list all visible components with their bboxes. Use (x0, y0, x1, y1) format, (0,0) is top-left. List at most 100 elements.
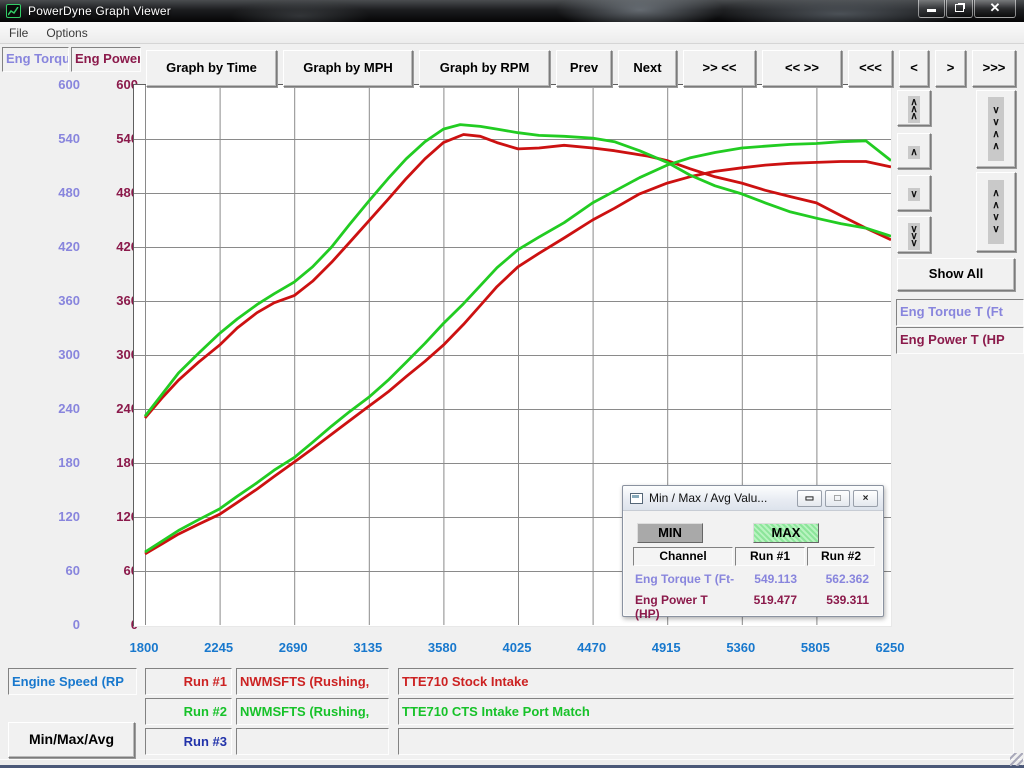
xtick-4915: 4915 (636, 640, 696, 655)
toolbar-button-5[interactable]: Next (618, 50, 677, 87)
minimize-button[interactable] (918, 0, 945, 18)
max-tab-button[interactable]: MAX (753, 523, 819, 543)
xtick-2690: 2690 (263, 640, 323, 655)
minmax-row-run1-value: 549.113 (735, 572, 797, 587)
ytick-power-480: 480 (90, 185, 138, 201)
run-description-box-3[interactable] (398, 728, 1014, 755)
ytick-torque-300: 300 (32, 347, 80, 363)
ytick-torque-600: 600 (32, 77, 80, 93)
close-button[interactable]: ✕ (974, 0, 1016, 18)
ytick-power-360: 360 (90, 293, 138, 309)
toolbar-button-4[interactable]: Prev (556, 50, 612, 87)
toolbar-button-7[interactable]: << >> (762, 50, 842, 87)
run-label-box-3[interactable]: Run #3 (145, 728, 232, 755)
xtick-1800: 1800 (114, 640, 174, 655)
xtick-5360: 5360 (711, 640, 771, 655)
ytick-torque-480: 480 (32, 185, 80, 201)
minmax-header-run-1[interactable]: Run #1 (735, 547, 805, 566)
minmax-header-run-2[interactable]: Run #2 (807, 547, 875, 566)
minmax-avg-window[interactable]: Min / Max / Avg Valu... ▭ □ × MIN MAX Ch… (622, 485, 884, 617)
minmax-window-titlebar[interactable]: Min / Max / Avg Valu... ▭ □ × (623, 486, 883, 511)
ytick-torque-240: 240 (32, 401, 80, 417)
channel-box-torque[interactable]: Eng Torque T (Ft (896, 299, 1024, 326)
toolbar-button-1[interactable]: Graph by Time (146, 50, 277, 87)
run-description-box-2[interactable]: TTE710 CTS Intake Port Match (398, 698, 1014, 725)
min-tab-button[interactable]: MIN (637, 523, 703, 543)
resize-grip-icon[interactable] (1010, 753, 1023, 766)
chevron-down-button[interactable]: ∨ (897, 175, 931, 211)
app-icon (6, 4, 21, 18)
minmax-row-channel: Eng Power T (HP) (635, 593, 735, 608)
xtick-4470: 4470 (562, 640, 622, 655)
minmax-row-run1-value: 519.477 (735, 593, 797, 608)
show-all-button[interactable]: Show All (897, 258, 1015, 291)
toolbar-button-11[interactable]: >>> (972, 50, 1016, 87)
toolbar-button-10[interactable]: > (935, 50, 966, 87)
minmax-row-run2-value: 539.311 (807, 593, 869, 608)
minmax-row-run2-value: 562.362 (807, 572, 869, 587)
ytick-torque-180: 180 (32, 455, 80, 471)
ytick-power-60: 60 (90, 563, 138, 579)
xtick-3135: 3135 (338, 640, 398, 655)
run-label-box-1[interactable]: Run #1 (145, 668, 232, 695)
minmax-window-title: Min / Max / Avg Valu... (649, 491, 767, 505)
xtick-6250: 6250 (860, 640, 920, 655)
minmax-avg-button[interactable]: Min/Max/Avg (8, 722, 135, 758)
minmax-minimize-button[interactable]: ▭ (797, 490, 822, 507)
toolbar-button-8[interactable]: <<< (848, 50, 893, 87)
run-file-box-3[interactable] (236, 728, 389, 755)
minmax-window-icon (630, 493, 643, 504)
torque-axis-box[interactable]: Eng Torque (2, 47, 69, 72)
chevrons-down-up-icon: ∨∨∧∧ (988, 97, 1003, 161)
ytick-torque-360: 360 (32, 293, 80, 309)
ytick-torque-60: 60 (32, 563, 80, 579)
minmax-maximize-button[interactable]: □ (825, 490, 850, 507)
chevron-triple-up-button[interactable]: ∧∧∧ (897, 90, 931, 126)
x-channel-label: Engine Speed (RP (9, 674, 124, 689)
run-description-box-1[interactable]: TTE710 Stock Intake (398, 668, 1014, 695)
run-file-box-2[interactable]: NWMSFTS (Rushing, (236, 698, 389, 725)
xtick-3580: 3580 (412, 640, 472, 655)
toolbar-button-9[interactable]: < (899, 50, 929, 87)
chevrons-up-down-button[interactable]: ∧∧∨∨ (976, 172, 1016, 252)
run-label-box-2[interactable]: Run #2 (145, 698, 232, 725)
ytick-power-240: 240 (90, 401, 138, 417)
chevron-triple-up-icon: ∧∧∧ (908, 96, 919, 123)
ytick-torque-0: 0 (32, 617, 80, 633)
minmax-row-channel: Eng Torque T (Ft- (635, 572, 735, 587)
chevron-down-icon: ∨ (908, 188, 919, 201)
chevron-up-button[interactable]: ∧ (897, 133, 931, 169)
power-axis-box[interactable]: Eng Power (71, 47, 141, 72)
title-bar[interactable]: PowerDyne Graph Viewer ✕ (0, 0, 1024, 22)
chevron-up-icon: ∧ (908, 146, 919, 159)
ytick-power-120: 120 (90, 509, 138, 525)
toolbar-button-2[interactable]: Graph by MPH (283, 50, 413, 87)
ytick-power-420: 420 (90, 239, 138, 255)
ytick-torque-540: 540 (32, 131, 80, 147)
ytick-power-540: 540 (90, 131, 138, 147)
ytick-power-180: 180 (90, 455, 138, 471)
menu-bar: FileOptions (0, 22, 1024, 44)
ytick-power-300: 300 (90, 347, 138, 363)
xtick-5805: 5805 (785, 640, 845, 655)
channel-box-power-label: Eng Power T (HP (900, 332, 1005, 347)
powerdyne-window: PowerDyne Graph Viewer ✕ FileOptions Eng… (0, 0, 1024, 768)
toolbar-button-3[interactable]: Graph by RPM (419, 50, 550, 87)
menu-options[interactable]: Options (37, 23, 96, 43)
window-title: PowerDyne Graph Viewer (28, 4, 171, 18)
channel-box-torque-label: Eng Torque T (Ft (900, 304, 1003, 319)
run-file-box-1[interactable]: NWMSFTS (Rushing, (236, 668, 389, 695)
maximize-button[interactable] (946, 0, 973, 18)
chevrons-up-down-icon: ∧∧∨∨ (988, 180, 1003, 244)
minmax-header-channel[interactable]: Channel (633, 547, 733, 566)
xtick-2245: 2245 (189, 640, 249, 655)
ytick-power-600: 600 (90, 77, 138, 93)
menu-file[interactable]: File (0, 23, 37, 43)
minmax-close-button[interactable]: × (853, 490, 878, 507)
chevrons-down-up-button[interactable]: ∨∨∧∧ (976, 90, 1016, 168)
chevron-triple-down-button[interactable]: ∨∨∨ (897, 216, 931, 253)
x-channel-box[interactable]: Engine Speed (RP (8, 668, 137, 695)
toolbar-button-6[interactable]: >> << (683, 50, 756, 87)
channel-box-power[interactable]: Eng Power T (HP (896, 327, 1024, 354)
ytick-power-0: 0 (90, 617, 138, 633)
